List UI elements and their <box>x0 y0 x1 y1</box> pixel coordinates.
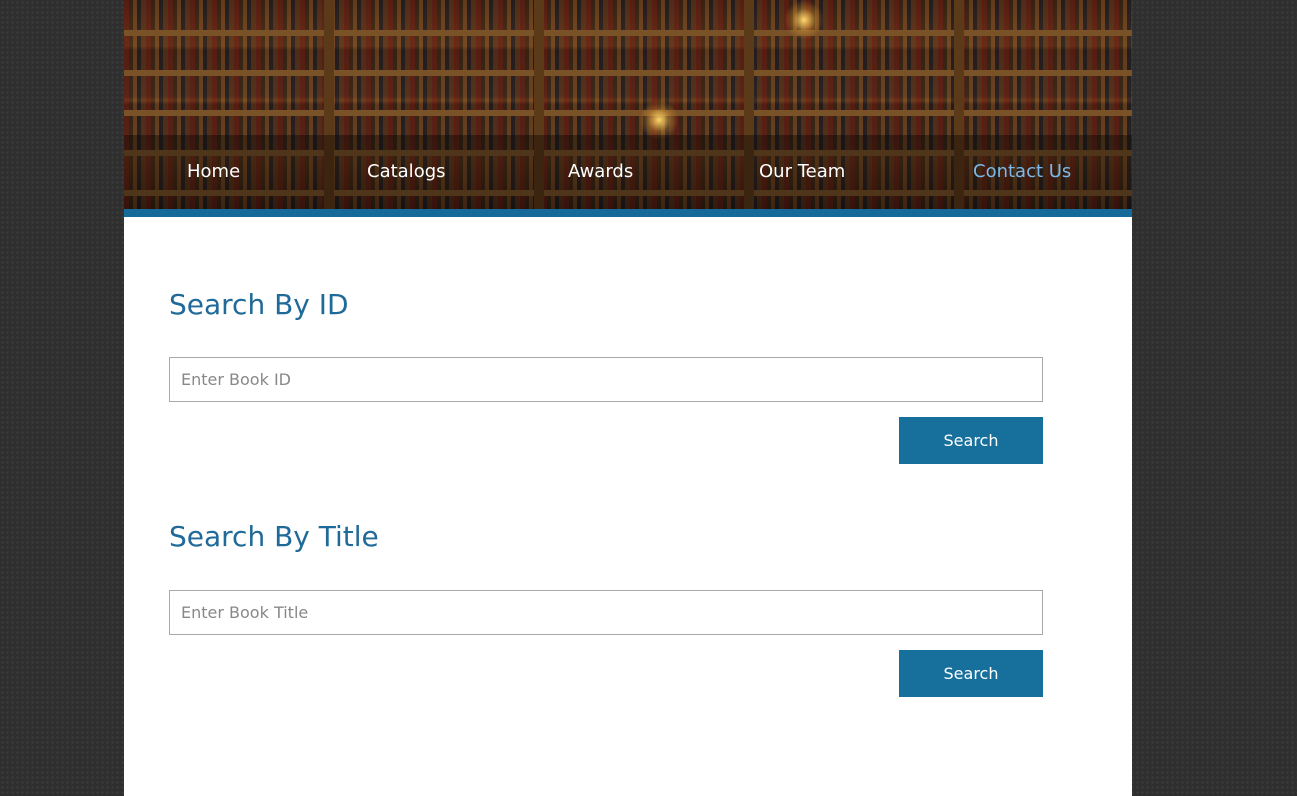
nav-awards[interactable]: Awards <box>568 161 633 182</box>
header-accent-bar <box>124 209 1132 217</box>
page-container: Home Catalogs Awards Our Team Contact Us… <box>124 0 1132 796</box>
book-id-input[interactable] <box>169 357 1043 402</box>
search-id-button[interactable]: Search <box>899 417 1043 464</box>
search-by-title-heading: Search By Title <box>169 520 379 553</box>
nav-catalogs[interactable]: Catalogs <box>367 161 446 182</box>
search-title-button[interactable]: Search <box>899 650 1043 697</box>
header-banner: Home Catalogs Awards Our Team Contact Us <box>124 0 1132 209</box>
search-by-id-heading: Search By ID <box>169 288 349 321</box>
nav-our-team[interactable]: Our Team <box>759 161 845 182</box>
nav-contact-us[interactable]: Contact Us <box>973 161 1071 182</box>
candle-light <box>784 0 824 40</box>
candle-light <box>639 100 679 140</box>
nav-home[interactable]: Home <box>187 161 240 182</box>
main-nav: Home Catalogs Awards Our Team Contact Us <box>124 135 1132 209</box>
book-title-input[interactable] <box>169 590 1043 635</box>
